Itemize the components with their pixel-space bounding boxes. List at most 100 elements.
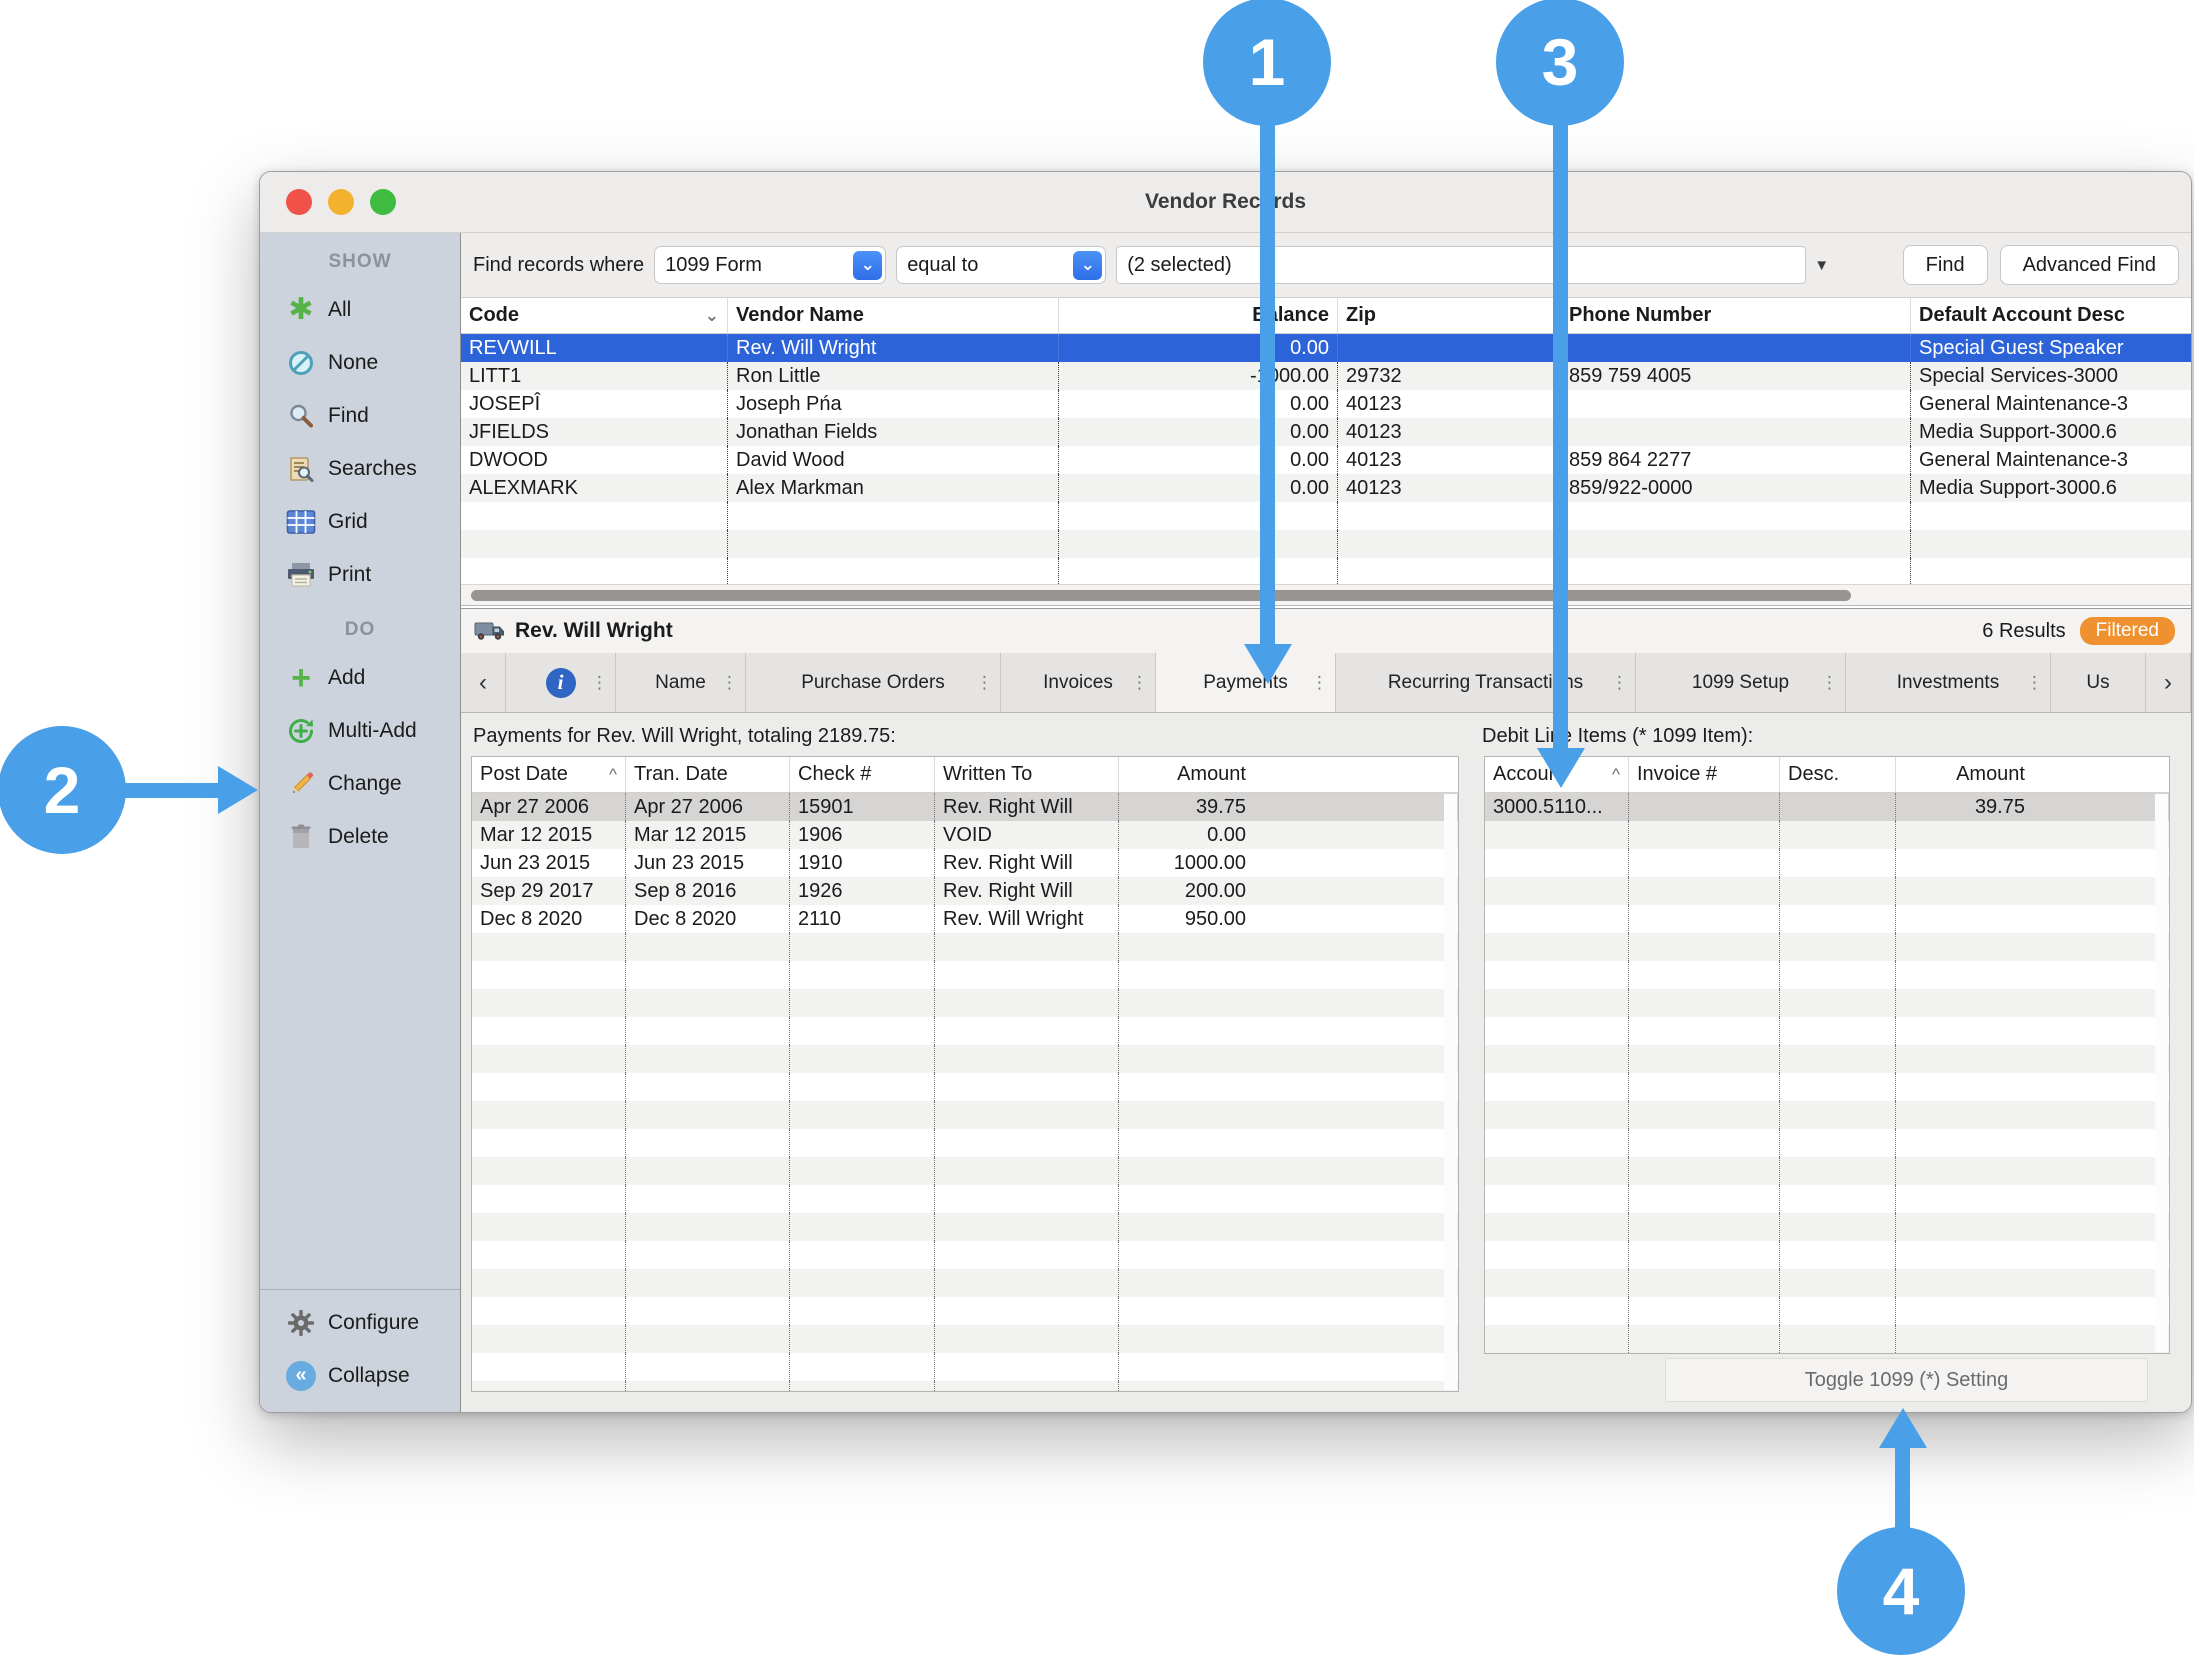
table-row[interactable]: Dec 8 2020Dec 8 20202110Rev. Will Wright… bbox=[472, 905, 1458, 933]
table-cell: 3000.5110... bbox=[1485, 793, 1629, 821]
table-cell bbox=[1780, 989, 1896, 1017]
table-row[interactable]: Mar 12 2015Mar 12 20151906VOID0.00 bbox=[472, 821, 1458, 849]
table-cell bbox=[1338, 558, 1561, 584]
table-cell: LITT1 bbox=[461, 362, 728, 390]
tab-1099-setup[interactable]: 1099 Setup⋮ bbox=[1636, 653, 1846, 712]
find-value-input[interactable]: (2 selected) bbox=[1116, 246, 1806, 284]
tab-us[interactable]: Us bbox=[2051, 653, 2146, 712]
table-cell bbox=[626, 1325, 790, 1353]
tab-scroll-back-button[interactable]: ‹ bbox=[461, 653, 506, 712]
table-row[interactable]: LITT1Ron Little-1000.0029732859 759 4005… bbox=[461, 362, 2191, 390]
tab-options-dots-icon[interactable]: ⋮ bbox=[1821, 673, 1838, 693]
sidebar-item-multi-add[interactable]: Multi-Add bbox=[260, 704, 460, 757]
sidebar-item-grid[interactable]: Grid bbox=[260, 495, 460, 548]
callout-4-arrowhead-icon bbox=[1879, 1408, 1927, 1448]
table-row[interactable]: JFIELDSJonathan Fields0.0040123Media Sup… bbox=[461, 418, 2191, 446]
sidebar-item-print[interactable]: Print bbox=[260, 548, 460, 601]
column-header-default-account-desc[interactable]: Default Account Desc bbox=[1911, 298, 2191, 333]
value-caret-icon[interactable]: ▼ bbox=[1814, 257, 1829, 274]
table-row[interactable]: 3000.5110...39.75 bbox=[1485, 793, 2169, 821]
table-row[interactable]: Sep 29 2017Sep 8 20161926Rev. Right Will… bbox=[472, 877, 1458, 905]
table-cell bbox=[1485, 905, 1629, 933]
column-header-label: Post Date bbox=[480, 763, 568, 786]
sidebar-item-add[interactable]: +Add bbox=[260, 651, 460, 704]
tab-investments[interactable]: Investments⋮ bbox=[1846, 653, 2051, 712]
column-header-written-to[interactable]: Written To bbox=[935, 757, 1119, 792]
tab-options-dots-icon[interactable]: ⋮ bbox=[1131, 673, 1148, 693]
column-header-balance[interactable]: Balance bbox=[1059, 298, 1338, 333]
find-button[interactable]: Find bbox=[1903, 245, 1988, 285]
column-header-zip[interactable]: Zip bbox=[1338, 298, 1561, 333]
sidebar-item-all[interactable]: ✱All bbox=[260, 283, 460, 336]
table-cell bbox=[1629, 961, 1780, 989]
tab-options-dots-icon[interactable]: ⋮ bbox=[976, 673, 993, 693]
sidebar-item-searches[interactable]: Searches bbox=[260, 442, 460, 495]
table-cell: 40123 bbox=[1338, 474, 1561, 502]
table-cell bbox=[790, 1213, 935, 1241]
toggle-1099-setting-button[interactable]: Toggle 1099 (*) Setting bbox=[1665, 1358, 2148, 1402]
table-cell bbox=[472, 1157, 626, 1185]
operator-dropdown[interactable]: equal to ⌄ bbox=[896, 246, 1106, 284]
table-header-row: Code⌄Vendor NameBalanceZipPhone NumberDe… bbox=[461, 298, 2191, 334]
horizontal-scrollbar-thumb[interactable] bbox=[471, 590, 1851, 601]
table-cell bbox=[626, 1129, 790, 1157]
tab-purchase-orders[interactable]: Purchase Orders⋮ bbox=[746, 653, 1001, 712]
tab-options-dots-icon[interactable]: ⋮ bbox=[1311, 673, 1328, 693]
column-header-tran-date[interactable]: Tran. Date bbox=[626, 757, 790, 792]
tab-recurring-transactions[interactable]: Recurring Transactions⋮ bbox=[1336, 653, 1636, 712]
sidebar-item-delete[interactable]: Delete bbox=[260, 810, 460, 863]
column-header-invoice-[interactable]: Invoice # bbox=[1629, 757, 1780, 792]
table-row[interactable]: REVWILLRev. Will Wright0.00Special Guest… bbox=[461, 334, 2191, 362]
sidebar-item-none[interactable]: None bbox=[260, 336, 460, 389]
tab-options-dots-icon[interactable]: ⋮ bbox=[2026, 673, 2043, 693]
table-cell bbox=[1485, 1073, 1629, 1101]
table-row[interactable]: DWOODDavid Wood0.0040123859 864 2277Gene… bbox=[461, 446, 2191, 474]
horizontal-scrollbar[interactable] bbox=[461, 584, 2191, 606]
column-header-amount[interactable]: Amount bbox=[1119, 757, 1254, 792]
tab-info[interactable]: i⋮ bbox=[506, 653, 616, 712]
table-row[interactable]: Jun 23 2015Jun 23 20151910Rev. Right Wil… bbox=[472, 849, 1458, 877]
table-row[interactable]: JOSEPÎJoseph Pńa0.0040123General Mainten… bbox=[461, 390, 2191, 418]
table-cell bbox=[626, 1017, 790, 1045]
tab-options-dots-icon[interactable]: ⋮ bbox=[591, 673, 608, 693]
sidebar-item-find[interactable]: Find bbox=[260, 389, 460, 442]
table-row-empty bbox=[472, 1185, 1458, 1213]
field-dropdown[interactable]: 1099 Form ⌄ bbox=[654, 246, 886, 284]
vertical-scrollbar[interactable] bbox=[1444, 794, 1457, 1390]
column-header-desc-[interactable]: Desc. bbox=[1780, 757, 1896, 792]
table-cell bbox=[1780, 821, 1896, 849]
column-header-post-date[interactable]: Post Date^ bbox=[472, 757, 626, 792]
sidebar-item-configure[interactable]: Configure bbox=[260, 1296, 460, 1349]
table-row-empty bbox=[472, 1297, 1458, 1325]
table-cell bbox=[472, 1241, 626, 1269]
vendor-table: Code⌄Vendor NameBalanceZipPhone NumberDe… bbox=[461, 298, 2191, 584]
column-header-amount[interactable]: Amount bbox=[1896, 757, 2033, 792]
column-header-phone-number[interactable]: Phone Number bbox=[1561, 298, 1911, 333]
table-row-empty bbox=[1485, 933, 2169, 961]
sidebar-item-change[interactable]: Change bbox=[260, 757, 460, 810]
table-cell: 950.00 bbox=[1119, 905, 1254, 933]
column-header-vendor-name[interactable]: Vendor Name bbox=[728, 298, 1059, 333]
table-row[interactable]: ALEXMARKAlex Markman0.0040123859/922-000… bbox=[461, 474, 2191, 502]
table-cell bbox=[935, 1269, 1119, 1297]
advanced-find-button[interactable]: Advanced Find bbox=[2000, 245, 2179, 285]
column-header-code[interactable]: Code⌄ bbox=[461, 298, 728, 333]
tab-invoices[interactable]: Invoices⋮ bbox=[1001, 653, 1156, 712]
tab-options-dots-icon[interactable]: ⋮ bbox=[721, 673, 738, 693]
sidebar-item-collapse[interactable]: «Collapse bbox=[260, 1349, 460, 1402]
table-cell: Ron Little bbox=[728, 362, 1059, 390]
column-header-check-[interactable]: Check # bbox=[790, 757, 935, 792]
table-cell bbox=[1780, 1045, 1896, 1073]
table-cell bbox=[935, 1213, 1119, 1241]
sidebar-item-label: Configure bbox=[328, 1311, 419, 1335]
table-cell bbox=[1896, 1157, 2033, 1185]
table-cell bbox=[935, 1157, 1119, 1185]
table-header-row: Post Date^Tran. DateCheck #Written ToAmo… bbox=[472, 757, 1458, 793]
filtered-badge[interactable]: Filtered bbox=[2080, 617, 2175, 645]
tab-name[interactable]: Name⋮ bbox=[616, 653, 746, 712]
vertical-scrollbar[interactable] bbox=[2155, 794, 2168, 1352]
tab-scroll-forward-button[interactable]: › bbox=[2146, 653, 2191, 712]
tab-options-dots-icon[interactable]: ⋮ bbox=[1611, 673, 1628, 693]
table-row[interactable]: Apr 27 2006Apr 27 200615901Rev. Right Wi… bbox=[472, 793, 1458, 821]
table-cell bbox=[1561, 334, 1911, 362]
